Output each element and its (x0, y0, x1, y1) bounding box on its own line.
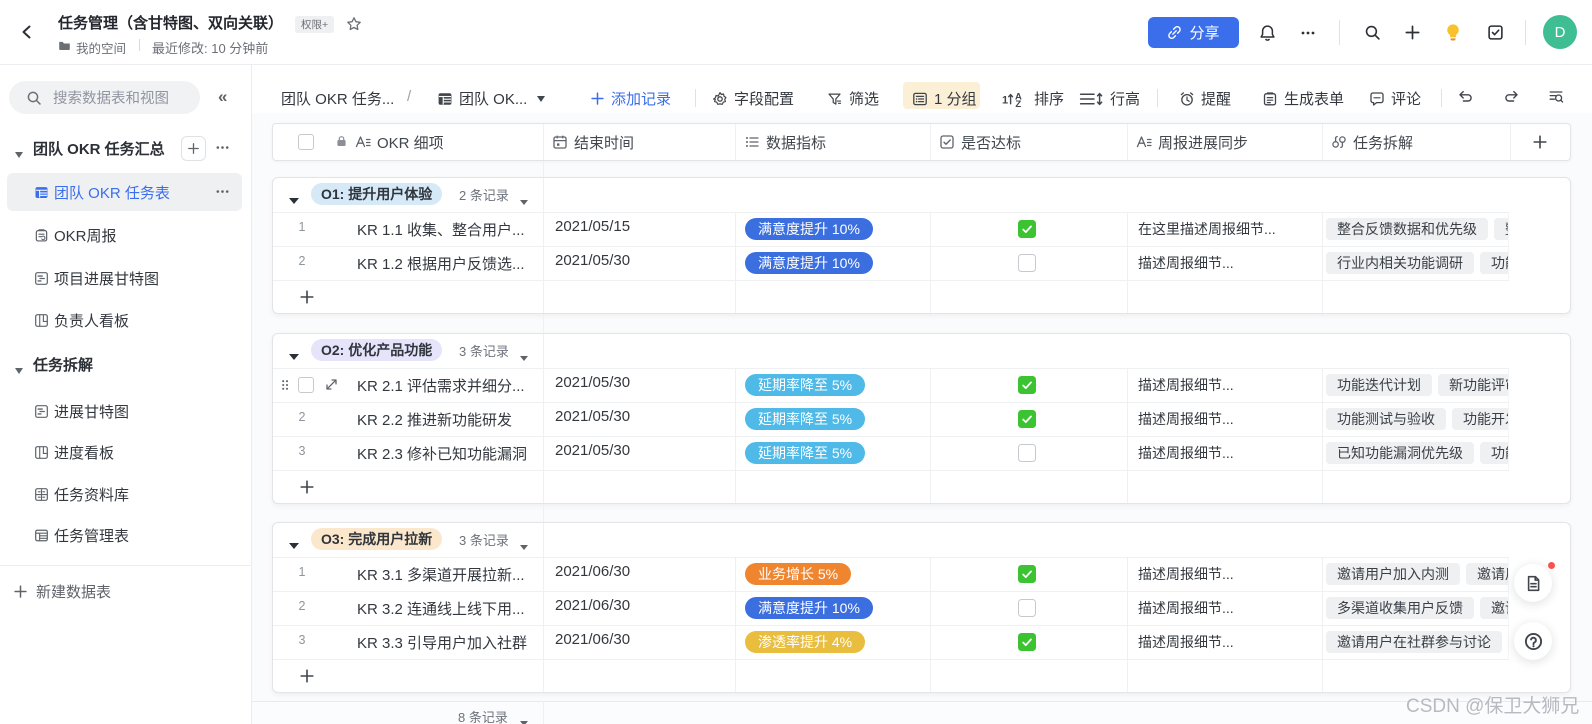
svg-text:Z: Z (1015, 99, 1021, 107)
svg-text:1: 1 (1002, 94, 1008, 106)
